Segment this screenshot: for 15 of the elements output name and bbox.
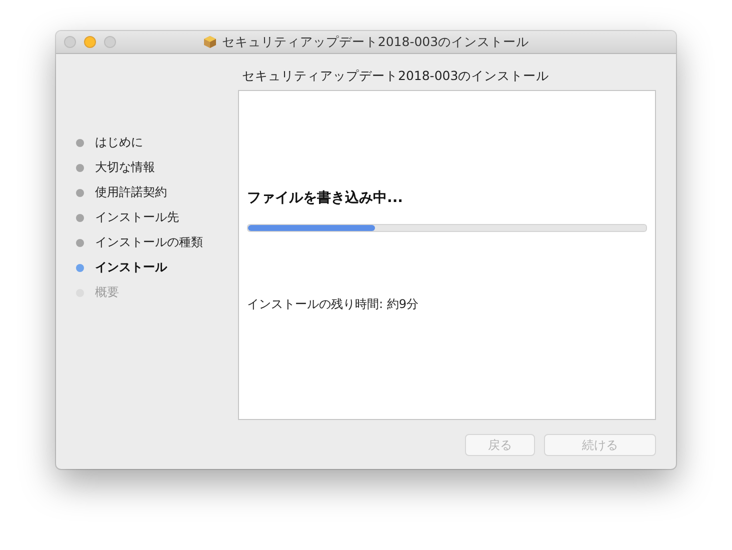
step-label: 概要 <box>95 284 119 301</box>
close-icon[interactable] <box>64 36 76 48</box>
package-icon <box>204 36 216 48</box>
step-label: 大切な情報 <box>95 159 155 176</box>
step-label: インストール先 <box>95 209 179 226</box>
step-label: インストールの種類 <box>95 234 203 251</box>
page-heading: セキュリティアップデート2018-003のインストール <box>242 68 550 84</box>
minimize-icon[interactable] <box>84 36 96 48</box>
status-heading: ファイルを書き込み中... <box>247 190 403 206</box>
time-remaining: インストールの残り時間: 約9分 <box>247 297 418 311</box>
step-label: インストール <box>95 259 167 276</box>
window-title: セキュリティアップデート2018-003のインストール <box>222 34 530 50</box>
zoom-icon[interactable] <box>104 36 116 48</box>
step-label: はじめに <box>95 134 143 151</box>
step-label: 使用許諾契約 <box>95 184 167 201</box>
